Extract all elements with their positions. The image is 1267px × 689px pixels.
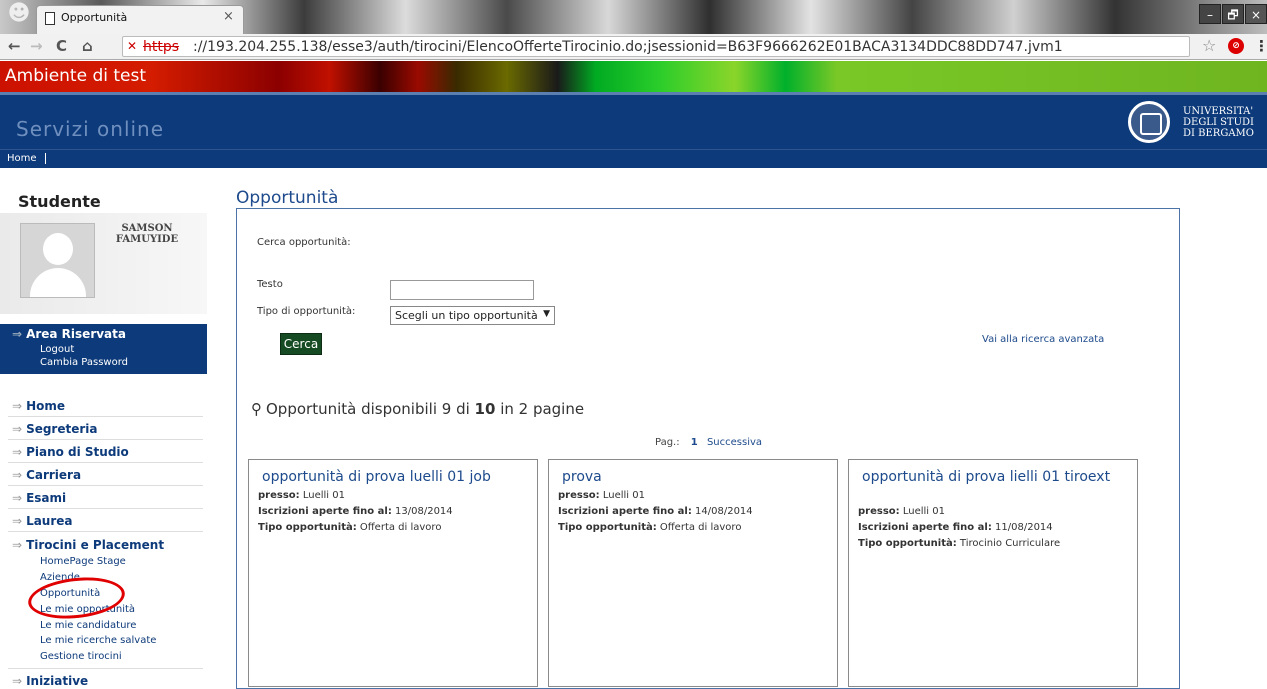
- sub-item-mie-candidature[interactable]: Le mie candidature: [40, 620, 136, 631]
- uni-line: UNIVERSITA': [1183, 106, 1254, 117]
- opportunities-panel: Cerca opportunità: Testo Tipo di opportu…: [236, 208, 1180, 689]
- search-heading: Cerca opportunità:: [257, 237, 351, 248]
- sub-item-gestione-tirocini[interactable]: Gestione tirocini: [40, 651, 122, 662]
- pager-label: Pag.:: [655, 437, 680, 448]
- arrow-right-icon: ⇒: [12, 422, 23, 436]
- card-tipo: Tipo opportunità: Tirocinio Curriculare: [858, 538, 1061, 549]
- role-title: Studente: [18, 192, 101, 211]
- main-content: Opportunità Cerca opportunità: Testo Tip…: [236, 168, 1196, 689]
- close-window-button[interactable]: ×: [1245, 4, 1267, 24]
- avatar: [20, 223, 95, 298]
- breadcrumb: Home: [0, 149, 1267, 168]
- opportunity-title-link[interactable]: prova: [562, 469, 830, 485]
- arrow-right-icon: ⇒: [12, 445, 23, 459]
- text-label: Testo: [257, 279, 283, 290]
- url-protocol: https: [143, 39, 180, 55]
- pager-next-link[interactable]: Successiva: [707, 437, 762, 448]
- user-name: SAMSON FAMUYIDE: [115, 223, 179, 245]
- page-title: Opportunità: [236, 188, 339, 208]
- browser-profile-icon[interactable]: ☻: [4, 1, 34, 27]
- sidebar-item-segreteria[interactable]: ⇒ Segreteria: [12, 422, 202, 436]
- sidebar-item-piano-di-studio[interactable]: ⇒ Piano di Studio: [12, 445, 202, 459]
- site-title: Servizi online: [16, 117, 165, 141]
- search-button[interactable]: Cerca: [280, 333, 322, 355]
- search-results-icon: ⚲: [251, 400, 262, 418]
- insecure-lock-icon: ✕: [127, 39, 138, 53]
- browser-tab-bar: ☻ Opportunità × – 🗗 ×: [0, 0, 1267, 34]
- sidebar-item-laurea[interactable]: ⇒ Laurea: [12, 514, 202, 528]
- url-text: ://193.204.255.138/esse3/auth/tirocini/E…: [193, 39, 1063, 55]
- card-presso: presso: Luelli 01: [558, 490, 645, 501]
- sub-item-homepage-stage[interactable]: HomePage Stage: [40, 556, 126, 567]
- arrow-right-icon: ⇒: [12, 399, 23, 413]
- uni-line: DEGLI STUDI: [1183, 117, 1254, 128]
- arrow-right-icon: ⇒: [12, 327, 23, 341]
- browser-tab[interactable]: Opportunità ×: [36, 5, 244, 34]
- card-tipo: Tipo opportunità: Offerta di lavoro: [558, 522, 742, 533]
- sidebar-item-tirocini[interactable]: ⇒ Tirocini e Placement: [12, 538, 202, 552]
- university-seal-icon: [1128, 101, 1170, 143]
- card-presso: presso: Luelli 01: [858, 506, 945, 517]
- sidebar-item-carriera[interactable]: ⇒ Carriera: [12, 468, 202, 482]
- card-iscrizioni: Iscrizioni aperte fino al: 13/08/2014: [258, 506, 453, 517]
- page-icon: [45, 12, 55, 25]
- change-password-link[interactable]: Cambia Password: [40, 357, 128, 368]
- arrow-right-icon: ⇒: [12, 538, 23, 552]
- back-icon[interactable]: ←: [8, 37, 21, 55]
- opportunity-title-link[interactable]: opportunità di prova lielli 01 tiroext: [862, 469, 1130, 485]
- arrow-right-icon: ⇒: [12, 468, 23, 482]
- opportunity-title-link[interactable]: opportunità di prova luelli 01 job: [262, 469, 530, 485]
- area-riservata-title[interactable]: ⇒ Area Riservata: [12, 327, 126, 341]
- env-label: Ambiente di test: [5, 66, 147, 86]
- arrow-right-icon: ⇒: [12, 491, 23, 505]
- search-text-input[interactable]: [390, 280, 534, 300]
- opportunity-card: opportunità di prova lielli 01 tiroext p…: [848, 459, 1138, 687]
- forward-icon[interactable]: →: [30, 37, 43, 55]
- tab-title: Opportunità: [61, 11, 128, 24]
- browser-menu-icon[interactable]: ⋮: [1254, 37, 1267, 55]
- logout-link[interactable]: Logout: [40, 344, 74, 355]
- tab-close-icon[interactable]: ×: [223, 9, 234, 24]
- home-icon[interactable]: ⌂: [82, 37, 93, 55]
- arrow-right-icon: ⇒: [12, 674, 23, 688]
- uni-line: DI BERGAMO: [1183, 128, 1254, 139]
- bookmark-star-icon[interactable]: ☆: [1202, 36, 1216, 55]
- type-label: Tipo di opportunità:: [257, 306, 356, 317]
- sub-item-ricerche-salvate[interactable]: Le mie ricerche salvate: [40, 635, 156, 646]
- card-iscrizioni: Iscrizioni aperte fino al: 14/08/2014: [558, 506, 753, 517]
- sidebar-item-iniziative[interactable]: ⇒ Iniziative: [12, 674, 202, 688]
- breadcrumb-home[interactable]: Home: [7, 153, 46, 164]
- sidebar-item-esami[interactable]: ⇒ Esami: [12, 491, 202, 505]
- opportunity-card: prova presso: Luelli 01 Iscrizioni apert…: [548, 459, 838, 687]
- university-name: UNIVERSITA' DEGLI STUDI DI BERGAMO: [1183, 106, 1254, 139]
- opportunity-card: opportunità di prova luelli 01 job press…: [248, 459, 538, 687]
- test-environment-banner: Ambiente di test: [0, 61, 1267, 92]
- minimize-button[interactable]: –: [1199, 4, 1221, 24]
- advanced-search-link[interactable]: Vai alla ricerca avanzata: [982, 334, 1104, 345]
- opportunity-type-select[interactable]: Scegli un tipo opportunità ▼: [390, 306, 555, 325]
- user-box: SAMSON FAMUYIDE: [0, 213, 207, 314]
- reload-icon[interactable]: C: [56, 37, 67, 55]
- address-bar[interactable]: ✕ https ://193.204.255.138/esse3/auth/ti…: [122, 36, 1190, 57]
- card-presso: presso: Luelli 01: [258, 490, 345, 501]
- card-tipo: Tipo opportunità: Offerta di lavoro: [258, 522, 442, 533]
- pager-current[interactable]: 1: [691, 437, 698, 448]
- card-iscrizioni: Iscrizioni aperte fino al: 11/08/2014: [858, 522, 1053, 533]
- site-header: Servizi online UNIVERSITA' DEGLI STUDI D…: [0, 92, 1267, 149]
- results-count: ⚲ Opportunità disponibili 9 di 10 in 2 pa…: [251, 400, 585, 418]
- select-value: Scegli un tipo opportunità: [395, 309, 538, 322]
- adblock-icon[interactable]: ⊘: [1228, 38, 1244, 54]
- sidebar-item-home[interactable]: ⇒ Home: [12, 399, 202, 413]
- area-riservata: ⇒ Area Riservata Logout Cambia Password: [0, 324, 207, 374]
- maximize-button[interactable]: 🗗: [1222, 4, 1244, 24]
- pagination: Pag.: 1 Successiva: [655, 437, 762, 448]
- window-controls: – 🗗 ×: [1198, 4, 1267, 26]
- arrow-right-icon: ⇒: [12, 514, 23, 528]
- browser-toolbar: ← → C ⌂ ✕ https ://193.204.255.138/esse3…: [0, 34, 1267, 60]
- chevron-down-icon: ▼: [543, 309, 550, 319]
